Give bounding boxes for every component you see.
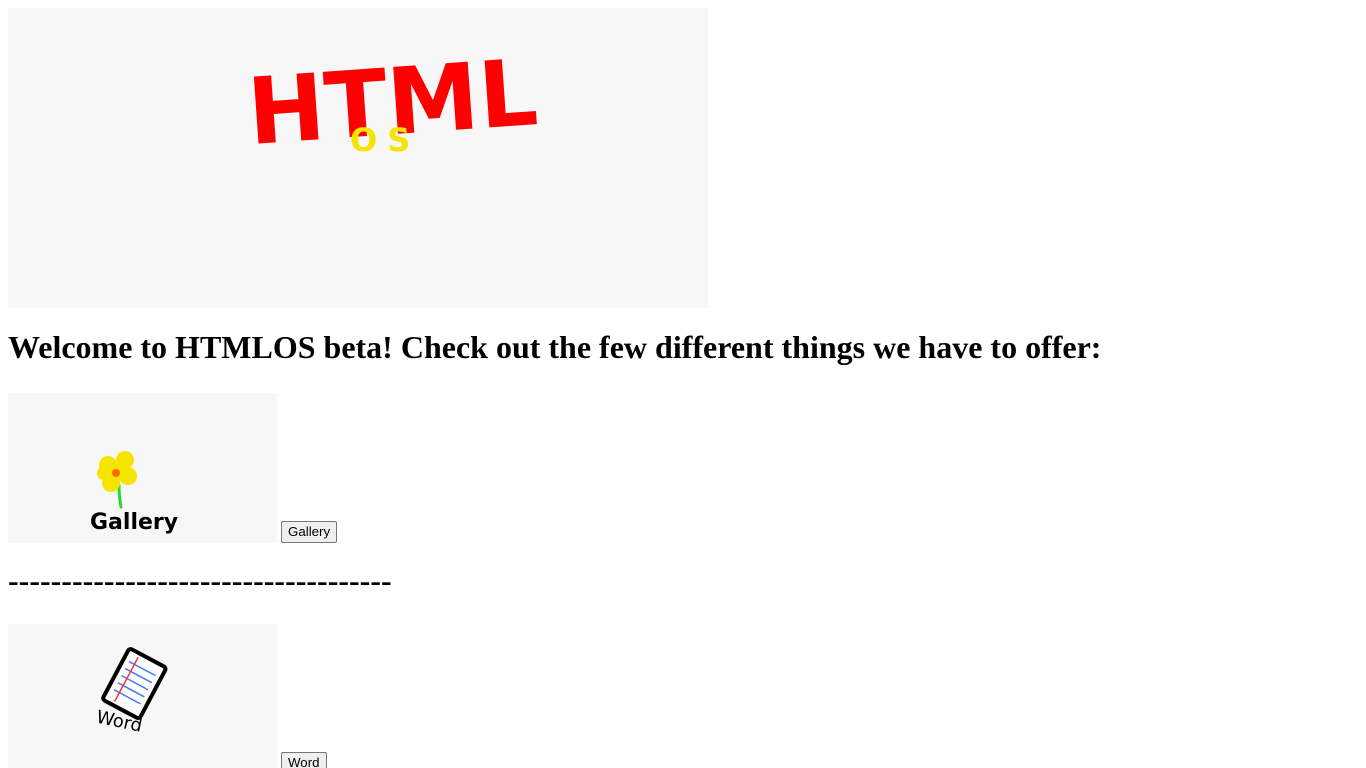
page: HTML OS Welcome to HTMLOS beta! Check ou… [0,0,1366,768]
app-row-gallery: Gallery Gallery [8,387,1358,543]
htmlos-logo-drawing: HTML OS [244,39,541,166]
word-thumbnail: Word [8,624,277,768]
htmlos-logo: HTML OS [8,8,708,308]
gallery-thumbnail: Gallery [8,393,277,543]
document-icon: Word [94,647,168,737]
word-button[interactable]: Word [281,752,327,768]
gallery-button[interactable]: Gallery [281,521,338,543]
divider-line: ------------------------------------ [8,562,392,598]
flower-icon: Gallery [90,451,178,535]
app-row-word: Word Word [8,618,1358,768]
gallery-thumb-label: Gallery [90,510,178,535]
logo-subtitle-text: OS [350,121,420,159]
welcome-heading: Welcome to HTMLOS beta! Check out the fe… [8,329,1102,365]
